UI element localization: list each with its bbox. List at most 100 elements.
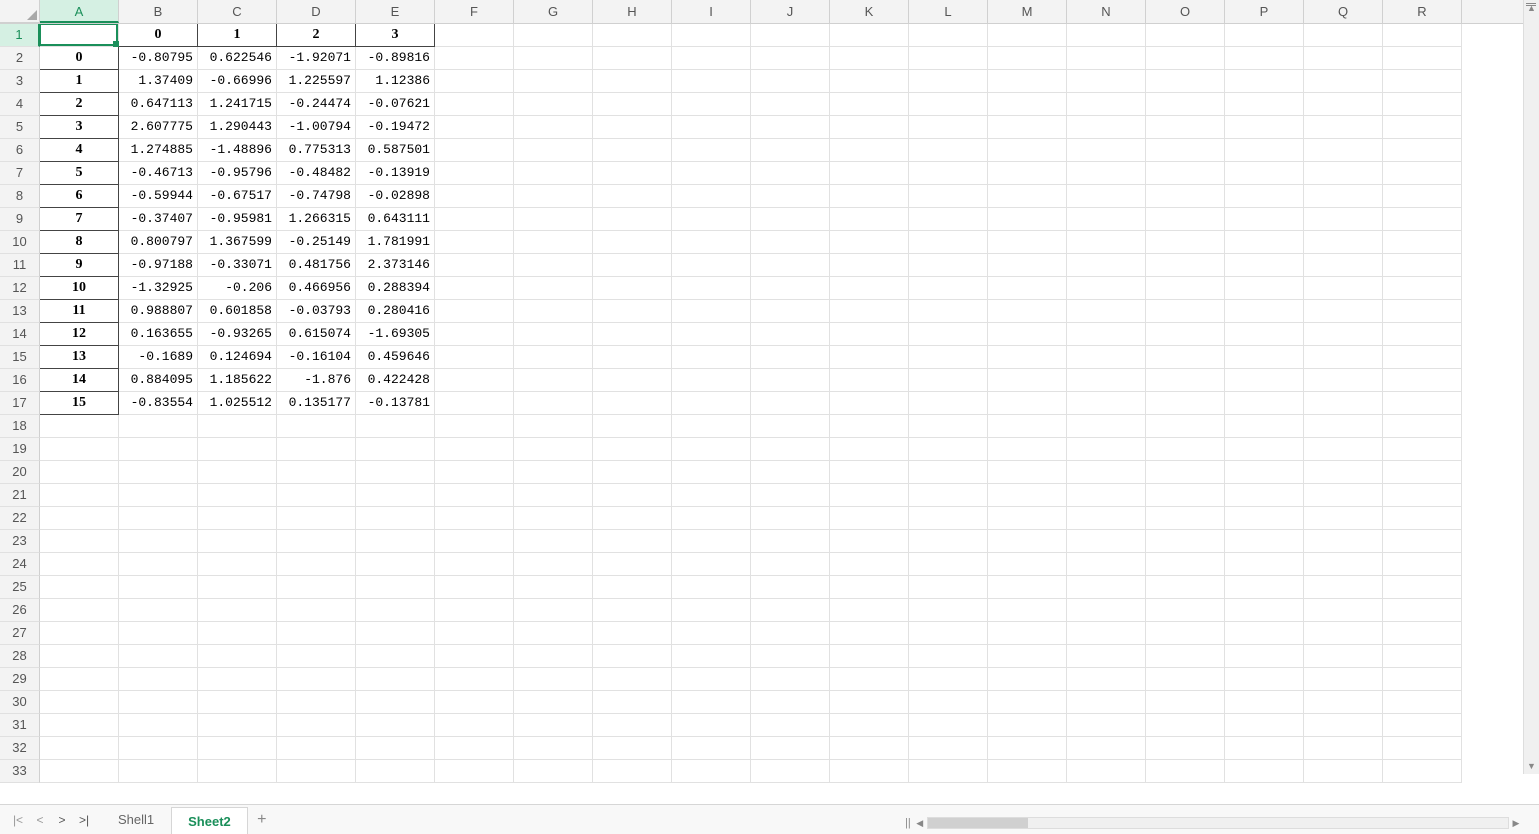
cell[interactable]	[909, 47, 988, 70]
cell[interactable]	[1383, 438, 1462, 461]
cell[interactable]	[514, 415, 593, 438]
row-header-12[interactable]: 12	[0, 277, 40, 300]
cell[interactable]	[909, 162, 988, 185]
cell[interactable]	[1225, 93, 1304, 116]
cell[interactable]	[593, 70, 672, 93]
cell[interactable]	[988, 116, 1067, 139]
cell[interactable]	[435, 484, 514, 507]
cell[interactable]	[1067, 24, 1146, 47]
row-header-17[interactable]: 17	[0, 392, 40, 415]
cell[interactable]	[40, 645, 119, 668]
row-header-28[interactable]: 28	[0, 645, 40, 668]
cell[interactable]	[435, 24, 514, 47]
cell[interactable]	[435, 254, 514, 277]
cell[interactable]	[593, 461, 672, 484]
col-header-K[interactable]: K	[830, 0, 909, 23]
cell[interactable]	[909, 484, 988, 507]
cell[interactable]	[514, 254, 593, 277]
cell[interactable]	[1225, 415, 1304, 438]
cell[interactable]	[1383, 461, 1462, 484]
row-header-25[interactable]: 25	[0, 576, 40, 599]
cell[interactable]	[514, 645, 593, 668]
cell[interactable]	[988, 622, 1067, 645]
cell[interactable]	[909, 93, 988, 116]
row-header-22[interactable]: 22	[0, 507, 40, 530]
cell[interactable]	[830, 231, 909, 254]
cell[interactable]	[830, 484, 909, 507]
cell[interactable]	[277, 691, 356, 714]
cell[interactable]	[751, 93, 830, 116]
cell[interactable]	[119, 691, 198, 714]
cells-viewport[interactable]: 01230-0.807950.622546-1.92071-0.8981611.…	[40, 24, 1539, 804]
cell[interactable]	[593, 622, 672, 645]
cell[interactable]	[277, 530, 356, 553]
cell[interactable]	[909, 599, 988, 622]
cell[interactable]	[1383, 346, 1462, 369]
cell[interactable]	[830, 47, 909, 70]
cell[interactable]	[1304, 116, 1383, 139]
cell[interactable]	[830, 645, 909, 668]
cell[interactable]	[751, 415, 830, 438]
cell[interactable]: 9	[40, 254, 119, 277]
cell[interactable]	[672, 24, 751, 47]
select-all-corner[interactable]	[0, 0, 40, 23]
cell[interactable]	[593, 645, 672, 668]
cell[interactable]	[435, 231, 514, 254]
cell[interactable]: -0.19472	[356, 116, 435, 139]
cell[interactable]	[1146, 691, 1225, 714]
cell[interactable]: 15	[40, 392, 119, 415]
cell[interactable]	[40, 622, 119, 645]
row-header-5[interactable]: 5	[0, 116, 40, 139]
cell[interactable]: -1.48896	[198, 139, 277, 162]
row-header-2[interactable]: 2	[0, 47, 40, 70]
cell[interactable]	[1304, 760, 1383, 783]
sheet-tab[interactable]: Shell1	[102, 806, 171, 834]
row-header-18[interactable]: 18	[0, 415, 40, 438]
cell[interactable]	[1146, 760, 1225, 783]
cell[interactable]: -0.37407	[119, 208, 198, 231]
cell[interactable]	[988, 70, 1067, 93]
cell[interactable]: 14	[40, 369, 119, 392]
cell[interactable]	[119, 507, 198, 530]
cell[interactable]: -0.03793	[277, 300, 356, 323]
cell[interactable]	[435, 668, 514, 691]
cell[interactable]	[1146, 737, 1225, 760]
cell[interactable]	[514, 277, 593, 300]
cell[interactable]	[40, 760, 119, 783]
cell[interactable]	[988, 507, 1067, 530]
cell[interactable]	[356, 714, 435, 737]
row-header-13[interactable]: 13	[0, 300, 40, 323]
cell[interactable]	[1146, 70, 1225, 93]
cell[interactable]	[1146, 622, 1225, 645]
cell[interactable]: -0.46713	[119, 162, 198, 185]
cell[interactable]	[672, 254, 751, 277]
cell[interactable]	[1067, 231, 1146, 254]
cell[interactable]	[751, 162, 830, 185]
cell[interactable]	[1146, 576, 1225, 599]
cell[interactable]	[1383, 208, 1462, 231]
cell[interactable]	[356, 438, 435, 461]
cell[interactable]	[514, 484, 593, 507]
cell[interactable]	[672, 599, 751, 622]
cell[interactable]	[830, 139, 909, 162]
cell[interactable]	[1146, 714, 1225, 737]
row-header-16[interactable]: 16	[0, 369, 40, 392]
cell[interactable]	[1067, 185, 1146, 208]
cell[interactable]	[830, 208, 909, 231]
cell[interactable]	[277, 415, 356, 438]
tab-nav-first-icon[interactable]: |<	[10, 812, 26, 828]
cell[interactable]	[909, 116, 988, 139]
cell[interactable]	[40, 438, 119, 461]
cell[interactable]: 0	[40, 47, 119, 70]
cell[interactable]	[1304, 185, 1383, 208]
cell[interactable]	[751, 668, 830, 691]
cell[interactable]	[672, 93, 751, 116]
cell[interactable]	[909, 530, 988, 553]
cell[interactable]: 0.288394	[356, 277, 435, 300]
cell[interactable]	[672, 622, 751, 645]
cell[interactable]: -0.97188	[119, 254, 198, 277]
cell[interactable]: -1.69305	[356, 323, 435, 346]
cell[interactable]	[40, 599, 119, 622]
cell[interactable]	[1146, 484, 1225, 507]
cell[interactable]	[40, 24, 119, 47]
